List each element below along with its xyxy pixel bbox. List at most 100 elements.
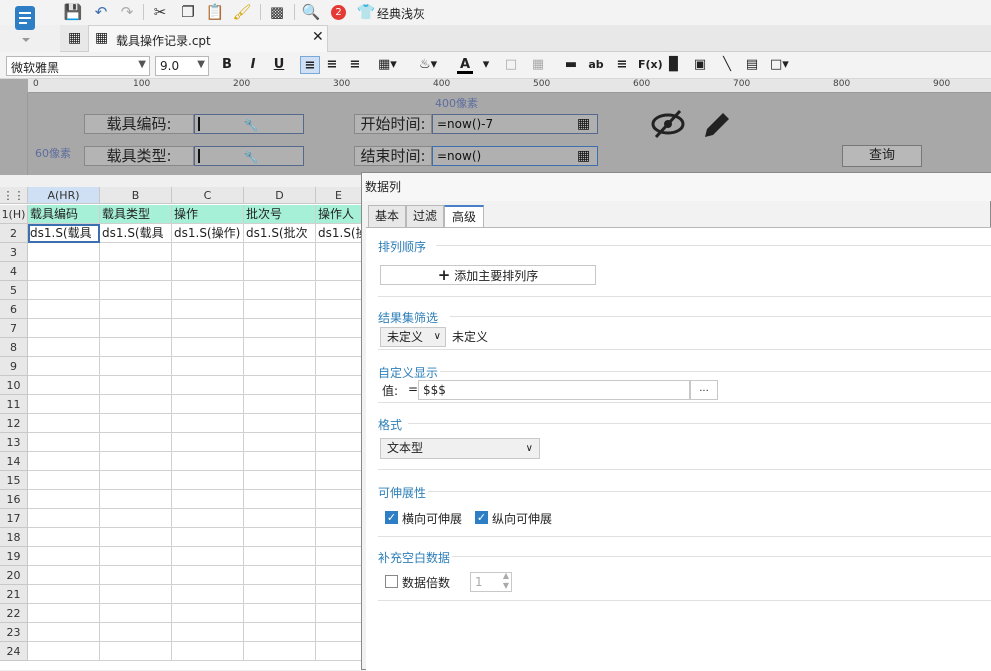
undo-icon[interactable]: ↶ (92, 3, 110, 21)
chevron-down-icon[interactable]: ▾ (478, 56, 494, 74)
query-button[interactable]: 查询 (842, 145, 922, 167)
custom-value-input[interactable]: $$$ (418, 380, 690, 400)
format-brush-icon[interactable]: 🖌 (232, 3, 251, 21)
header-cell[interactable]: 载具类型 (100, 205, 172, 224)
tab-basic[interactable]: 基本 (368, 205, 406, 228)
data-cell[interactable]: ds1.S(载具 (100, 224, 172, 243)
row-header[interactable]: 15 (0, 471, 28, 490)
empty-cell[interactable] (244, 452, 316, 471)
empty-cell[interactable] (100, 604, 172, 623)
empty-cell[interactable] (100, 281, 172, 300)
font-family-select[interactable]: 微软雅黑 ▼ (6, 56, 150, 76)
pencil-icon[interactable] (701, 109, 733, 144)
column-header[interactable]: B (100, 187, 172, 204)
slash-icon[interactable]: ╲ (719, 56, 735, 74)
row-header[interactable]: 21 (0, 585, 28, 604)
preview-icon[interactable]: 🔍 (302, 3, 321, 21)
start-time-field[interactable]: =now()-7 ▦ (432, 114, 598, 134)
italic-icon[interactable]: I (245, 56, 261, 74)
bold-icon[interactable]: B (219, 56, 235, 74)
vertical-expand-checkbox[interactable]: ✓ (475, 511, 488, 524)
row-header[interactable]: 19 (0, 547, 28, 566)
header-cell[interactable]: 操作 (172, 205, 244, 224)
empty-cell[interactable] (100, 452, 172, 471)
empty-cell[interactable] (172, 243, 244, 262)
column-header[interactable]: D (244, 187, 316, 204)
align-right-icon[interactable]: ≡ (347, 56, 363, 74)
calendar-icon[interactable]: ▦ (577, 147, 590, 165)
row-header[interactable]: 18 (0, 528, 28, 547)
empty-cell[interactable] (172, 300, 244, 319)
empty-cell[interactable] (316, 414, 362, 433)
column-header[interactable]: E (316, 187, 362, 204)
notification-badge[interactable]: 2 (331, 5, 346, 20)
row-header[interactable]: 1(H) (0, 205, 28, 224)
empty-cell[interactable] (100, 490, 172, 509)
empty-cell[interactable] (100, 243, 172, 262)
template-icon[interactable]: ▩ (268, 3, 286, 21)
empty-cell[interactable] (100, 585, 172, 604)
data-cell[interactable]: ds1.S(批次 (244, 224, 316, 243)
empty-cell[interactable] (100, 623, 172, 642)
row-header[interactable]: 17 (0, 509, 28, 528)
data-cell[interactable]: ds1.S(操 (316, 224, 362, 243)
empty-cell[interactable] (244, 585, 316, 604)
empty-cell[interactable] (244, 319, 316, 338)
empty-cell[interactable] (316, 547, 362, 566)
corner-cell[interactable]: ⋮⋮ (0, 187, 28, 204)
row-header[interactable]: 5 (0, 281, 28, 300)
empty-cell[interactable] (316, 490, 362, 509)
format-select[interactable]: 文本型 ∨ (380, 438, 540, 459)
horizontal-expand-checkbox[interactable]: ✓ (385, 511, 398, 524)
empty-cell[interactable] (244, 433, 316, 452)
empty-cell[interactable] (244, 471, 316, 490)
empty-cell[interactable] (316, 509, 362, 528)
empty-cell[interactable] (316, 604, 362, 623)
vehicle-type-field[interactable]: 🔧 (194, 146, 304, 166)
empty-cell[interactable] (100, 471, 172, 490)
column-header[interactable]: A(HR) (28, 187, 100, 204)
rich-text-icon[interactable]: ≡ (614, 56, 630, 74)
empty-cell[interactable] (172, 509, 244, 528)
empty-cell[interactable] (28, 528, 100, 547)
empty-cell[interactable] (28, 319, 100, 338)
empty-cell[interactable] (28, 452, 100, 471)
empty-cell[interactable] (172, 395, 244, 414)
formula-icon[interactable]: F(x) (638, 56, 663, 74)
empty-cell[interactable] (244, 395, 316, 414)
row-header[interactable]: 12 (0, 414, 28, 433)
empty-cell[interactable] (172, 433, 244, 452)
merge-cell-icon[interactable]: □ (503, 56, 519, 74)
empty-cell[interactable] (28, 547, 100, 566)
empty-cell[interactable] (172, 490, 244, 509)
empty-cell[interactable] (100, 319, 172, 338)
wrench-icon[interactable]: 🔧 (241, 116, 261, 132)
empty-cell[interactable] (100, 414, 172, 433)
redo-icon[interactable]: ↷ (118, 3, 136, 21)
row-header[interactable]: 20 (0, 566, 28, 585)
empty-cell[interactable] (172, 452, 244, 471)
border-icon[interactable]: ▦▾ (378, 56, 397, 74)
empty-cell[interactable] (172, 319, 244, 338)
empty-cell[interactable] (100, 262, 172, 281)
wrench-icon[interactable]: 🔧 (241, 148, 261, 164)
empty-cell[interactable] (28, 376, 100, 395)
empty-cell[interactable] (100, 528, 172, 547)
empty-cell[interactable] (316, 243, 362, 262)
empty-cell[interactable] (316, 262, 362, 281)
cut-icon[interactable]: ✂ (151, 3, 169, 21)
row-header[interactable]: 3 (0, 243, 28, 262)
row-header[interactable]: 4 (0, 262, 28, 281)
empty-cell[interactable] (316, 452, 362, 471)
empty-cell[interactable] (244, 357, 316, 376)
empty-cell[interactable] (316, 642, 362, 661)
empty-cell[interactable] (28, 300, 100, 319)
empty-cell[interactable] (244, 528, 316, 547)
stepper-arrows-icon[interactable]: ▲ ▼ (503, 571, 509, 591)
close-icon[interactable]: ✕ (312, 29, 324, 45)
header-cell[interactable]: 批次号 (244, 205, 316, 224)
empty-cell[interactable] (100, 338, 172, 357)
header-cell[interactable]: 操作人 (316, 205, 362, 224)
empty-cell[interactable] (244, 414, 316, 433)
align-left-icon[interactable]: ≡ (300, 56, 320, 74)
